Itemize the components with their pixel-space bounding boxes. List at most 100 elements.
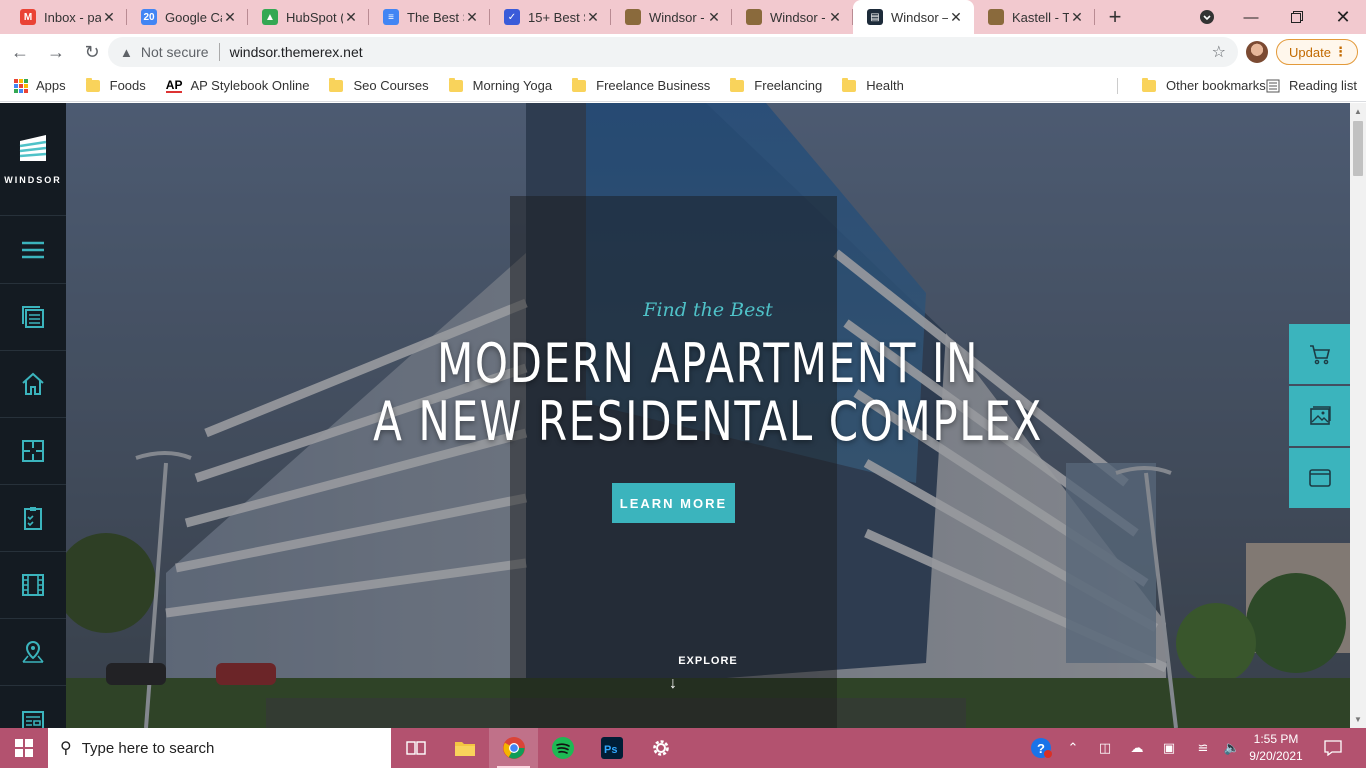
- sidebar-pages[interactable]: [0, 284, 66, 351]
- browser-tab[interactable]: M Inbox - pai ✕: [6, 0, 127, 34]
- restore-button[interactable]: [1274, 0, 1320, 34]
- sidebar-floor-plans[interactable]: [0, 418, 66, 485]
- address-bar[interactable]: ▲ Not secure windsor.themerex.net ☆: [108, 37, 1238, 67]
- bookmark-item[interactable]: Freelance Business: [572, 77, 711, 93]
- close-tab-icon[interactable]: ✕: [101, 9, 117, 26]
- home-icon: [22, 372, 44, 395]
- help-icon[interactable]: ?: [1028, 728, 1054, 768]
- map-pin-icon: [22, 640, 44, 663]
- close-window-button[interactable]: ✕: [1320, 0, 1366, 34]
- settings-button[interactable]: [636, 728, 685, 768]
- google-docs-icon: ≡: [383, 9, 399, 25]
- site-logo[interactable]: WINDSOR: [0, 103, 66, 216]
- bookmark-item[interactable]: Morning Yoga: [448, 77, 553, 93]
- scroll-thumb[interactable]: [1353, 121, 1363, 176]
- warning-icon[interactable]: ▲: [120, 45, 133, 60]
- chrome-taskbar-button[interactable]: [489, 728, 538, 768]
- sidebar-home[interactable]: [0, 351, 66, 418]
- device-icon[interactable]: ◫: [1096, 728, 1114, 768]
- reading-list[interactable]: Reading list: [1266, 78, 1357, 93]
- gear-icon: [652, 740, 669, 756]
- cloud-icon[interactable]: ☁: [1126, 728, 1148, 768]
- gmail-icon: M: [20, 9, 36, 25]
- tab-list: MInbox - pai✕20Google Ca✕▲HubSpot (F✕≡Th…: [6, 0, 1095, 34]
- taskbar-search[interactable]: ⚲ Type here to search: [48, 728, 391, 768]
- bookmark-item[interactable]: AP AP Stylebook Online: [165, 78, 310, 93]
- bookmark-item[interactable]: Health: [842, 77, 904, 93]
- file-explorer-button[interactable]: [440, 728, 489, 768]
- sidebar-news[interactable]: [0, 686, 66, 728]
- bookmark-label: Health: [866, 78, 904, 93]
- new-tab-button[interactable]: +: [1095, 0, 1135, 34]
- task-view-icon: [405, 741, 426, 755]
- browser-tab[interactable]: 20 Google Ca ✕: [127, 0, 248, 34]
- url-text[interactable]: windsor.themerex.net: [230, 44, 363, 60]
- browser-tab[interactable]: ▲ HubSpot (F✕: [248, 0, 369, 34]
- browser-tab[interactable]: ✓ 15+ Best S✕: [490, 0, 611, 34]
- folder-icon: [85, 77, 100, 92]
- browser-tab[interactable]: ▤ Windsor – ✕: [853, 0, 974, 34]
- tab-search-icon[interactable]: [1184, 0, 1230, 34]
- close-tab-icon[interactable]: ✕: [343, 9, 359, 26]
- folder-icon: [454, 742, 475, 756]
- page-scrollbar[interactable]: ▲ ▼: [1350, 103, 1366, 728]
- network-status-icon[interactable]: ▣: [1158, 728, 1180, 768]
- bookmark-item[interactable]: Foods: [85, 77, 146, 93]
- bookmark-item[interactable]: Freelancing: [730, 77, 822, 93]
- newspaper-icon: [22, 710, 44, 728]
- close-tab-icon[interactable]: ✕: [827, 9, 843, 26]
- photoshop-button[interactable]: Ps: [587, 728, 636, 768]
- update-label: Update: [1289, 44, 1331, 60]
- back-button[interactable]: ←: [4, 36, 36, 68]
- reload-button[interactable]: ↻: [76, 36, 108, 68]
- grid-dot: [19, 78, 23, 83]
- close-tab-icon[interactable]: ✕: [464, 9, 480, 26]
- forward-button[interactable]: →: [40, 36, 72, 68]
- scroll-up-icon[interactable]: ▲: [1354, 107, 1362, 116]
- divider: [1117, 78, 1118, 94]
- sidebar-menu[interactable]: [0, 217, 66, 284]
- bookmark-label: AP Stylebook Online: [190, 78, 310, 93]
- bookmark-item[interactable]: Seo Courses: [329, 77, 429, 93]
- bookmark-item[interactable]: Apps: [14, 78, 66, 93]
- cart-button[interactable]: [1289, 324, 1350, 384]
- browser-tab[interactable]: Kastell - Th✕: [974, 0, 1095, 34]
- learn-more-button[interactable]: LEARN MORE: [612, 483, 735, 523]
- window-button[interactable]: [1289, 448, 1350, 508]
- sidebar-location[interactable]: [0, 619, 66, 686]
- film-icon: [22, 574, 44, 596]
- browser-tab[interactable]: ≡ The Best Si✕: [369, 0, 490, 34]
- close-tab-icon[interactable]: ✕: [1069, 9, 1085, 26]
- close-tab-icon[interactable]: ✕: [222, 9, 238, 26]
- wifi-icon[interactable]: ≌: [1192, 728, 1214, 768]
- task-view-button[interactable]: [391, 728, 440, 768]
- system-clock[interactable]: 1:55 PM 9/20/2021: [1240, 728, 1312, 768]
- close-tab-icon[interactable]: ✕: [706, 9, 722, 26]
- start-button[interactable]: [0, 728, 48, 768]
- grid-dot: [14, 78, 18, 83]
- bookmark-star-icon[interactable]: ☆: [1212, 42, 1226, 62]
- other-bookmarks[interactable]: Other bookmarks: [1128, 77, 1266, 93]
- browser-tab[interactable]: Windsor - ✕: [611, 0, 732, 34]
- security-label[interactable]: Not secure: [141, 44, 209, 60]
- grid-dot: [19, 88, 23, 93]
- bookmark-label: Morning Yoga: [472, 78, 553, 93]
- volume-icon[interactable]: 🔈: [1222, 728, 1242, 768]
- browser-tab[interactable]: Windsor - ✕: [732, 0, 853, 34]
- scroll-down-icon[interactable]: ▼: [1354, 715, 1362, 724]
- close-tab-icon[interactable]: ✕: [585, 9, 601, 26]
- profile-avatar[interactable]: [1246, 41, 1268, 63]
- explore-link[interactable]: EXPLORE: [66, 655, 1350, 667]
- bookmark-label: Freelance Business: [596, 78, 711, 93]
- close-tab-icon[interactable]: ✕: [948, 9, 964, 26]
- tab-separator: [1094, 9, 1095, 25]
- minimize-button[interactable]: —: [1228, 0, 1274, 34]
- sidebar-checklist[interactable]: [0, 485, 66, 552]
- update-button[interactable]: Update ⋮: [1276, 39, 1358, 65]
- chevron-up-icon[interactable]: ⌃: [1064, 728, 1082, 768]
- notifications-icon[interactable]: [1322, 728, 1344, 768]
- spotify-button[interactable]: [538, 728, 587, 768]
- gallery-button[interactable]: [1289, 386, 1350, 446]
- sidebar-video[interactable]: [0, 552, 66, 619]
- arrow-down-icon[interactable]: ↓: [666, 675, 680, 695]
